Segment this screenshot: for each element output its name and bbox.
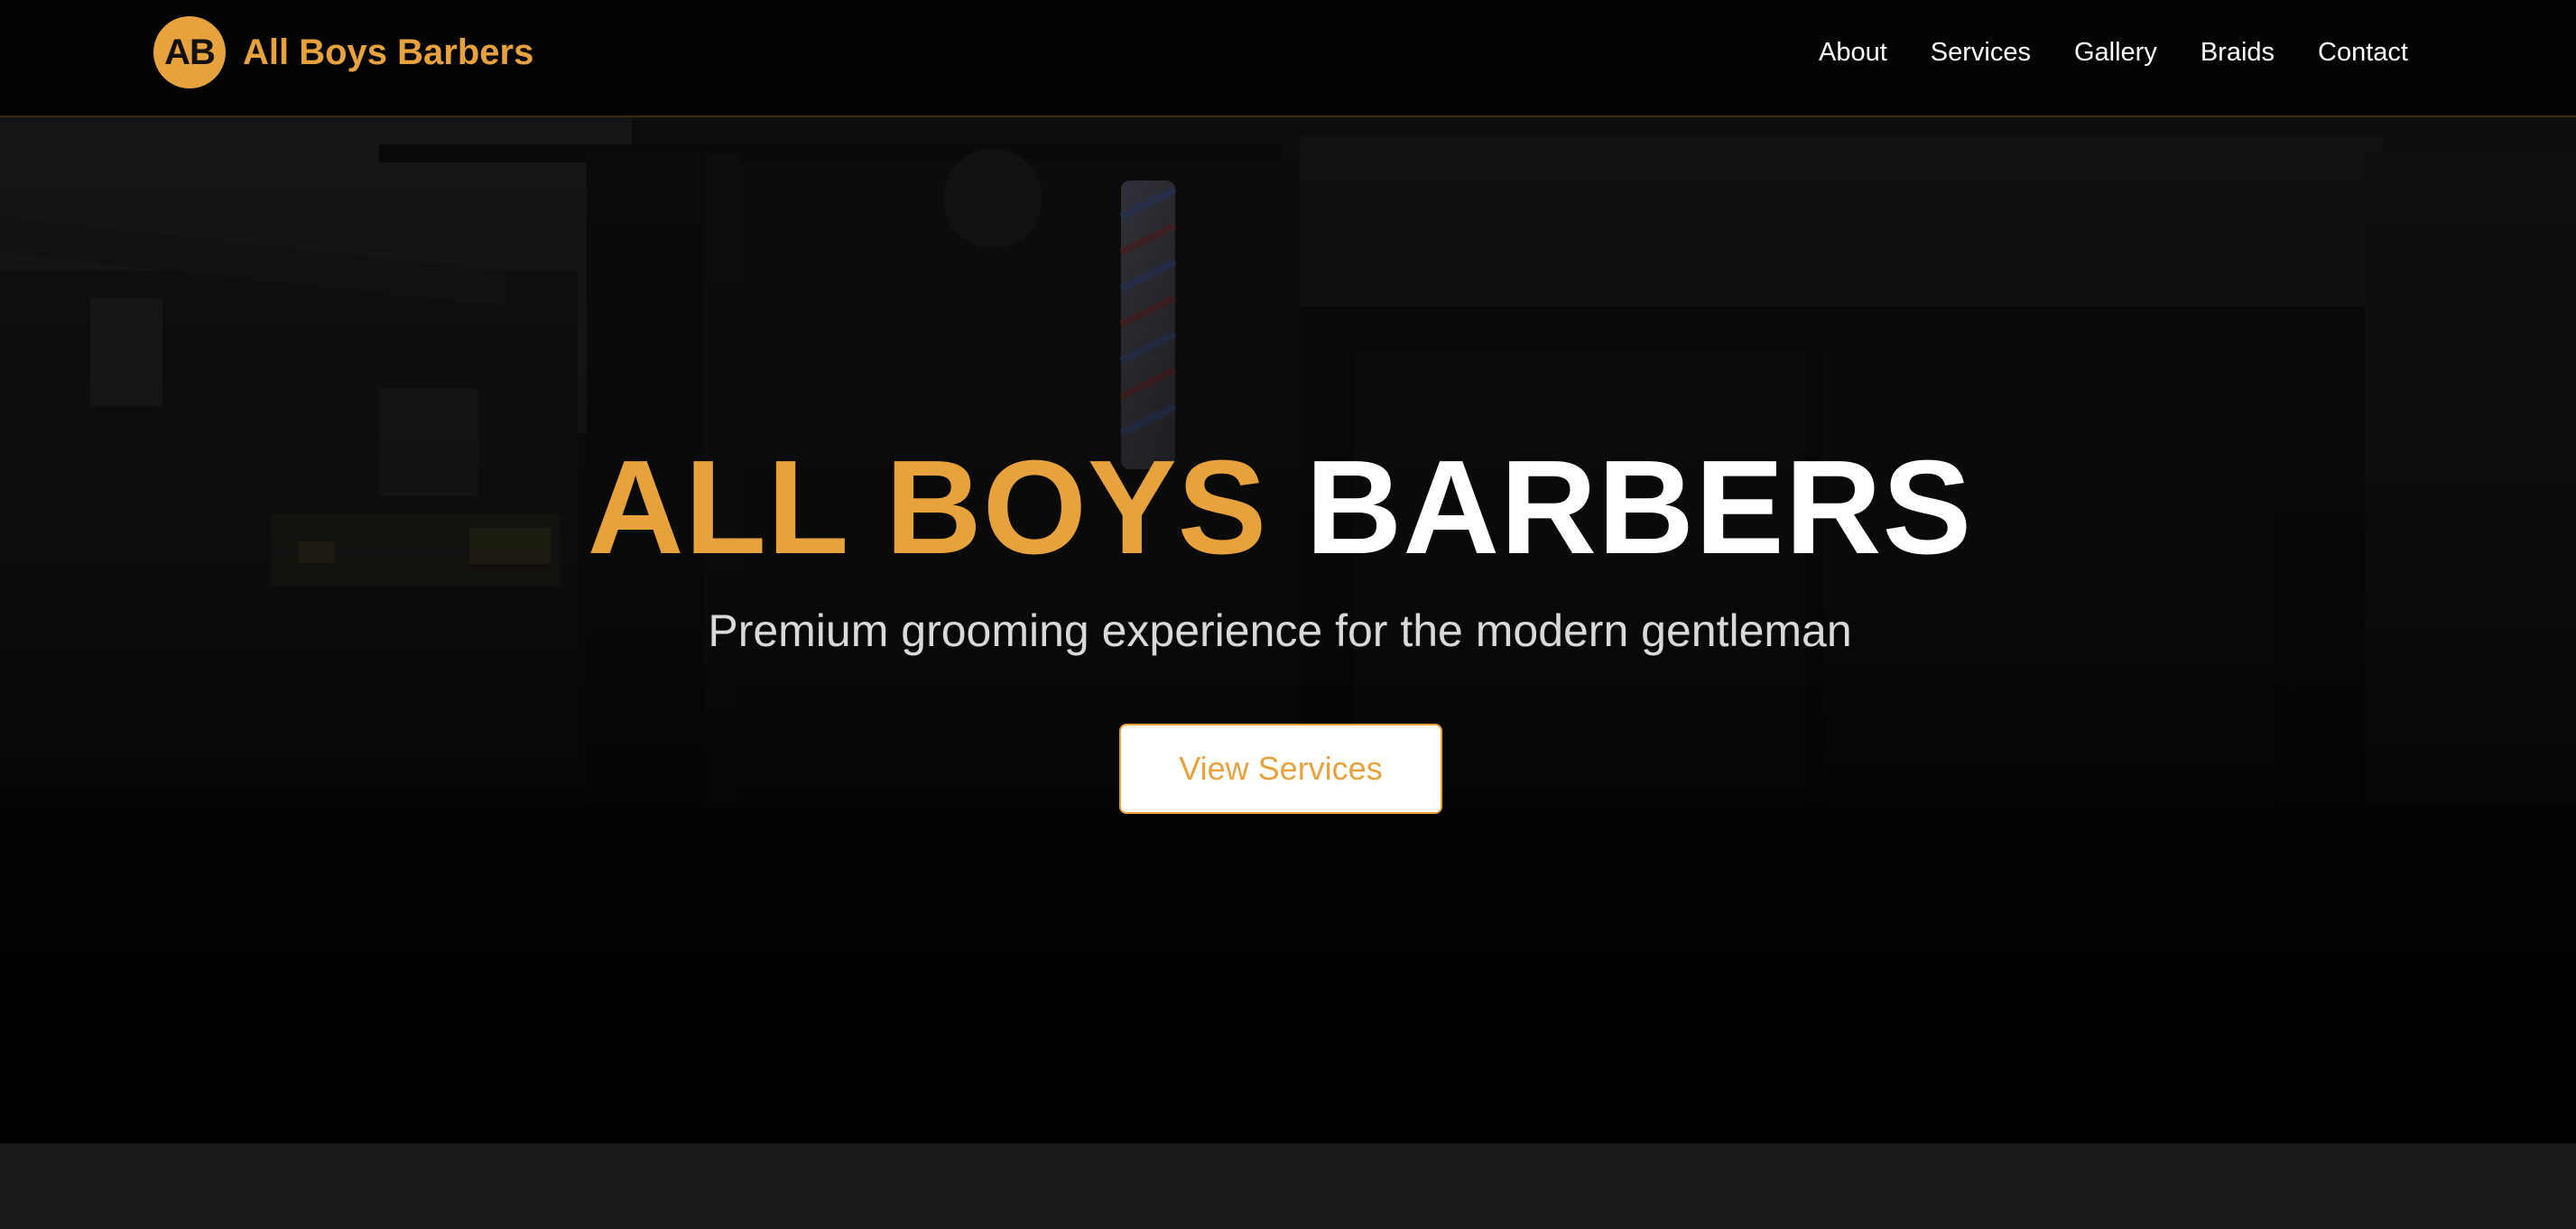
logo-initials: AB [164,32,216,72]
hero-title-accent: ALL BOYS [587,433,1268,582]
hero-title-rest: BARBERS [1305,433,1973,582]
brand-name: All Boys Barbers [243,32,534,72]
main-nav: About Services Gallery Braids Contact [1819,0,2408,105]
nav-link-braids[interactable]: Braids [2201,38,2275,68]
hero-title: ALL BOYS BARBERS [0,431,2560,585]
view-services-label: View Services [1179,750,1383,787]
navbar: AB All Boys Barbers About Services Galle… [0,0,2576,117]
page: AB All Boys Barbers About Services Galle… [0,0,2576,1229]
hero-section: ALL BOYS BARBERS Premium grooming experi… [0,117,2576,1143]
nav-link-contact[interactable]: Contact [2318,38,2408,68]
next-section [0,1143,2576,1229]
nav-link-services[interactable]: Services [1931,38,2031,68]
nav-link-about[interactable]: About [1819,38,1887,68]
view-services-button[interactable]: View Services [1119,724,1442,814]
nav-link-gallery[interactable]: Gallery [2074,38,2157,68]
brand-link[interactable]: AB All Boys Barbers [153,15,533,89]
hero-subtitle: Premium grooming experience for the mode… [708,605,1852,656]
logo-icon: AB [153,16,226,88]
